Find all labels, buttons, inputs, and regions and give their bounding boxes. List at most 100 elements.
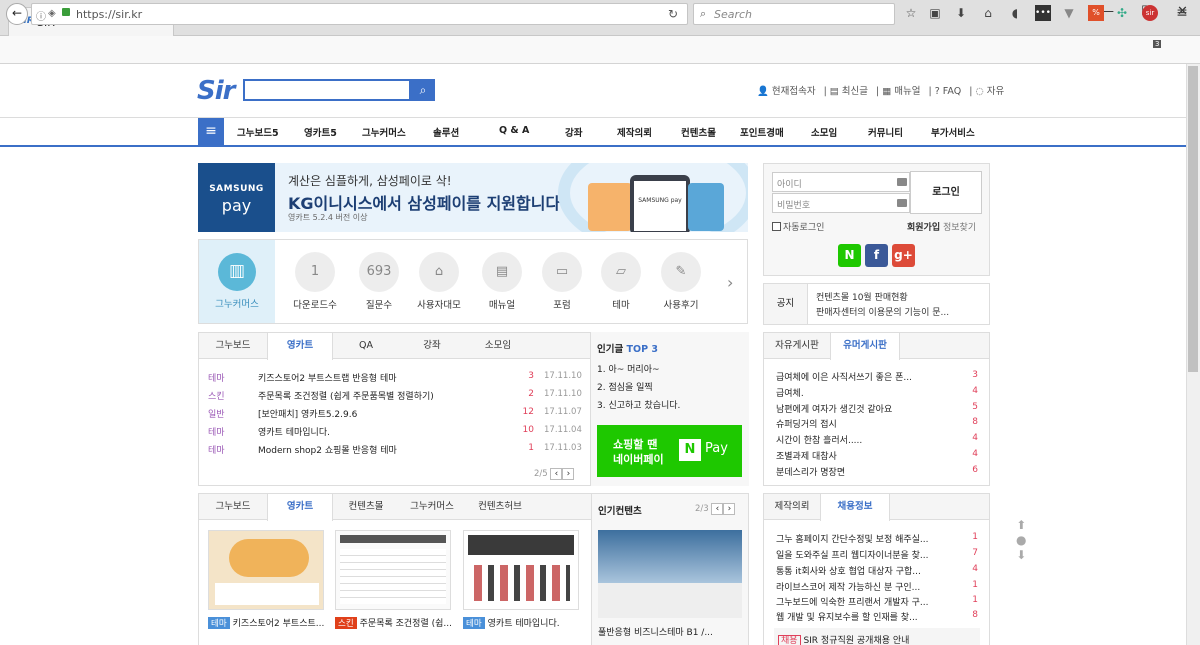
list-item[interactable]: 통통 it회사와 상호 협업 대상자 구합... 4: [776, 564, 978, 578]
download-icon[interactable]: ⬇: [953, 5, 969, 21]
menu-item[interactable]: 부가서비스: [931, 125, 975, 139]
menu-item[interactable]: 그누보드5: [237, 125, 279, 139]
menu-item[interactable]: 포인트경매: [740, 125, 784, 139]
shield-icon[interactable]: ◈: [48, 8, 56, 19]
latest-link[interactable]: ▤ 최신글: [830, 86, 872, 97]
password-field[interactable]: 비밀번호: [772, 193, 910, 213]
list-item[interactable]: 조별과제 대참사 4: [776, 449, 978, 463]
auto-login-checkbox[interactable]: 자동로그인: [772, 220, 824, 233]
notice-item[interactable]: 판매자센터의 이용문의 기능이 문...: [816, 305, 949, 318]
current-users-link[interactable]: 👤 현재접속자: [757, 86, 820, 97]
arrow-down-icon[interactable]: ⬇: [1016, 548, 1026, 563]
prev-button[interactable]: ‹: [550, 468, 563, 480]
hamburger-menu-icon[interactable]: ≡: [1174, 5, 1190, 21]
question-count-icon[interactable]: 693: [359, 252, 399, 292]
tab-gnuboard[interactable]: 그누보드: [199, 333, 267, 359]
tab-jobs[interactable]: 채용정보: [820, 494, 890, 521]
list-item[interactable]: 슈퍼딩거의 접시 8: [776, 417, 978, 431]
list-item[interactable]: 라이브스코어 제작 가능하신 분 구인... 1: [776, 580, 978, 594]
free-link[interactable]: ◌ 자유: [975, 86, 1008, 97]
scrollbar-thumb[interactable]: [1188, 66, 1198, 372]
list-item[interactable]: 분데스리가 명장면 6: [776, 465, 978, 479]
find-info-link[interactable]: 정보찾기: [943, 223, 976, 233]
chevron-right-icon[interactable]: ›: [727, 273, 733, 292]
sir-extension-icon[interactable]: sir: [1142, 5, 1158, 21]
thumbnail-image[interactable]: [208, 530, 324, 610]
join-link[interactable]: 회원가입: [907, 223, 940, 233]
login-button[interactable]: 로그인: [910, 171, 982, 214]
vpn-icon[interactable]: ▼: [1061, 5, 1077, 21]
next-button[interactable]: ›: [562, 468, 575, 480]
tab-qa[interactable]: QA: [333, 333, 399, 359]
tab-requests[interactable]: 제작의뢰: [764, 494, 820, 520]
next-button[interactable]: ›: [723, 503, 736, 515]
job-notice[interactable]: 채용 SIR 정규직원 공개채용 안내: [774, 628, 980, 645]
menu-item[interactable]: 제작의뢰: [617, 125, 652, 139]
pocket-icon[interactable]: ◖: [1007, 5, 1023, 21]
faq-link[interactable]: ? FAQ: [935, 86, 965, 97]
list-item[interactable]: 시간이 한참 흘러서..... 4: [776, 433, 978, 447]
tab-humor-board[interactable]: 유머게시판: [830, 333, 900, 360]
menu-item[interactable]: 강좌: [565, 125, 582, 139]
card-caption[interactable]: 테마 영카트 테마입니다.: [463, 616, 581, 629]
bookmark-star-icon[interactable]: ☆: [903, 5, 919, 21]
menu-item[interactable]: Q & A: [499, 125, 529, 136]
back-button[interactable]: ←: [6, 3, 28, 25]
download-count-icon[interactable]: 1: [295, 252, 335, 292]
tab-youngcart[interactable]: 영카트: [267, 494, 333, 521]
address-bar[interactable]: ⓘ ◈ https://sir.kr ↻: [31, 3, 688, 25]
browser-search-box[interactable]: ⌕ Search: [693, 3, 895, 25]
menu-item[interactable]: 소모임: [811, 125, 837, 139]
naver-login-icon[interactable]: N: [838, 244, 861, 267]
menu-item[interactable]: 컨텐츠몰: [681, 125, 716, 139]
url-text[interactable]: https://sir.kr: [76, 8, 142, 21]
puzzle-extension-icon[interactable]: ✣: [1114, 5, 1130, 21]
list-item[interactable]: 급여체. 4: [776, 386, 978, 400]
list-item[interactable]: 일을 도와주실 프리 웹디자이너분을 찾... 7: [776, 548, 978, 562]
popular-item[interactable]: 2. 점심을 일찍: [597, 380, 653, 393]
home-icon[interactable]: ⌂: [980, 5, 996, 21]
list-item[interactable]: 급여체에 이은 사직서쓰기 좋은 폰... 3: [776, 370, 978, 384]
edit-icon[interactable]: ✎: [661, 252, 701, 292]
menu-toggle-icon[interactable]: ≡: [198, 118, 224, 146]
list-item[interactable]: 남편에게 여자가 생긴것 같아요 5: [776, 402, 978, 416]
menu-item[interactable]: 영카트5: [304, 125, 337, 139]
list-item[interactable]: 그누 홈페이지 간단수정및 보정 해주실... 1: [776, 532, 978, 546]
popular-item[interactable]: 3. 신고하고 찼습니다.: [597, 398, 680, 411]
site-logo[interactable]: Sir: [197, 76, 235, 106]
percent-extension-icon[interactable]: %: [1088, 5, 1104, 21]
tab-contents-mall[interactable]: 컨텐츠몰: [333, 494, 399, 520]
home-icon[interactable]: ⌂: [419, 252, 459, 292]
manual-link[interactable]: ▦ 매뉴얼: [882, 86, 924, 97]
tab-free-board[interactable]: 자유게시판: [764, 333, 830, 359]
folder-icon[interactable]: ▱: [601, 252, 641, 292]
tab-gnucommerce[interactable]: 그누커머스: [399, 494, 465, 520]
popular-item[interactable]: 1. 아~ 머리아~: [597, 362, 660, 375]
tab-lecture[interactable]: 강좌: [399, 333, 465, 359]
info-icon[interactable]: ⓘ: [36, 8, 46, 23]
tab-gnuboard[interactable]: 그누보드: [199, 494, 267, 520]
samsung-pay-banner[interactable]: SAMSUNG pay 계산은 심플하게, 삼성페이로 삭! KG이니시스에서 …: [198, 163, 748, 232]
thumbnail-image[interactable]: [598, 530, 742, 618]
menu-item[interactable]: 솔루션: [433, 125, 459, 139]
facebook-login-icon[interactable]: f: [865, 244, 888, 267]
reading-list-icon[interactable]: ▣: [927, 5, 943, 21]
card-caption[interactable]: 테마 키즈스토어2 부트스트...: [208, 616, 326, 629]
notice-item[interactable]: 컨텐츠몰 10월 판매현황: [816, 290, 908, 303]
reload-icon[interactable]: ↻: [668, 7, 678, 21]
list-item[interactable]: 그누보드에 익숙한 프리랜서 개발자 구... 1: [776, 595, 978, 609]
card-caption[interactable]: 스킨 주문목록 조건정렬 (쉽...: [335, 616, 453, 629]
gnucommerce-feature[interactable]: ▥ 그누커머스: [199, 240, 275, 323]
arrow-up-icon[interactable]: ⬆: [1016, 518, 1026, 533]
tab-contents-hub[interactable]: 컨텐츠허브: [465, 494, 535, 520]
naver-pay-banner[interactable]: 쇼핑할 땐 네이버페이 N Pay: [597, 425, 742, 477]
extension-icon[interactable]: •••: [1035, 5, 1051, 21]
thumbnail-image[interactable]: [463, 530, 579, 610]
google-plus-login-icon[interactable]: g+: [892, 244, 915, 267]
menu-item[interactable]: 그누커머스: [362, 125, 406, 139]
prev-button[interactable]: ‹: [711, 503, 724, 515]
tab-youngcart[interactable]: 영카트: [267, 333, 333, 360]
content-item[interactable]: 풀반응형 비즈니스테마 B1 /...: [598, 625, 713, 638]
site-search-input[interactable]: [243, 79, 411, 101]
manual-icon[interactable]: ▤: [482, 252, 522, 292]
